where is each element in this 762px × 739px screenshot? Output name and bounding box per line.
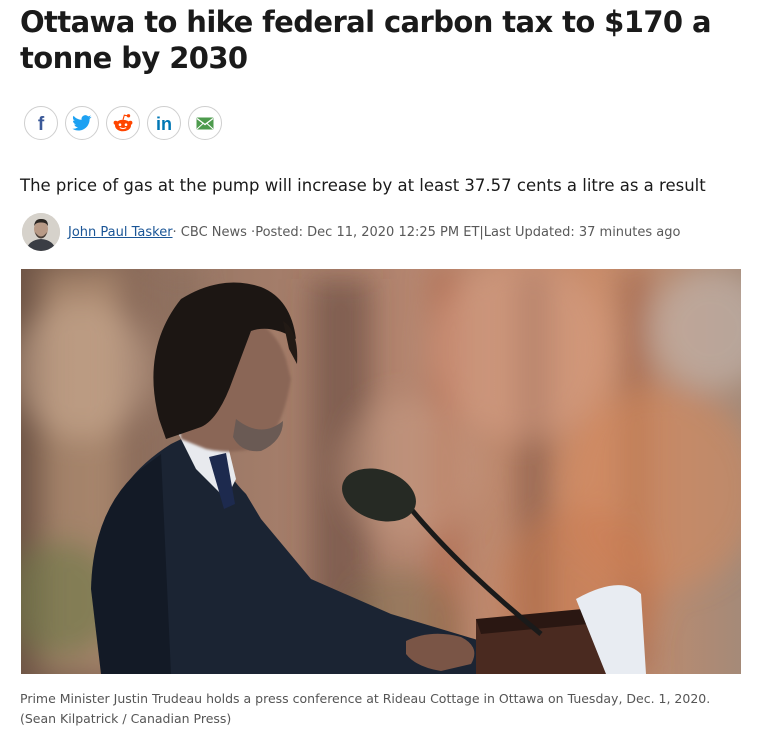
author-link[interactable]: John Paul Tasker: [68, 225, 173, 240]
updated-timestamp: Last Updated: 37 minutes ago: [483, 224, 681, 240]
share-email-button[interactable]: [188, 106, 222, 140]
share-linkedin-button[interactable]: in: [147, 106, 181, 140]
share-facebook-button[interactable]: f: [24, 106, 58, 140]
svg-text:f: f: [38, 114, 45, 132]
share-reddit-button[interactable]: [106, 106, 140, 140]
byline: John Paul Tasker · CBC News · Posted: De…: [22, 213, 680, 251]
reddit-icon: [113, 114, 133, 132]
caption-text: Prime Minister Justin Trudeau holds a pr…: [20, 691, 711, 706]
share-bar: f in: [24, 106, 222, 140]
share-twitter-button[interactable]: [65, 106, 99, 140]
byline-source: · CBC News ·: [172, 224, 256, 240]
article-deck: The price of gas at the pump will increa…: [20, 176, 706, 195]
posted-timestamp: Posted: Dec 11, 2020 12:25 PM ET: [255, 224, 480, 240]
twitter-icon: [72, 115, 92, 131]
author-avatar[interactable]: [22, 213, 60, 251]
headline: Ottawa to hike federal carbon tax to $17…: [20, 5, 712, 75]
svg-text:in: in: [156, 114, 172, 132]
facebook-icon: f: [38, 114, 45, 132]
email-icon: [196, 117, 214, 129]
photo-caption: Prime Minister Justin Trudeau holds a pr…: [20, 689, 745, 729]
hero-photo: [21, 269, 741, 674]
photo-credit: (Sean Kilpatrick / Canadian Press): [20, 711, 232, 726]
linkedin-icon: in: [156, 114, 172, 132]
